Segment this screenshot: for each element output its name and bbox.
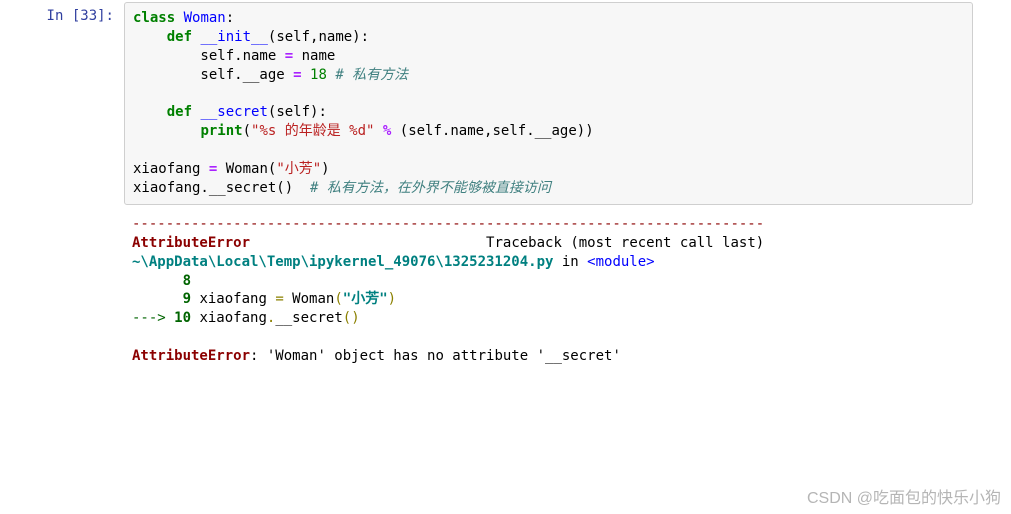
tb-code: xiaofang (191, 310, 267, 326)
tb-error-name: AttributeError (132, 348, 250, 364)
prompt-exec-count: [33]: (72, 8, 114, 24)
init-params: (self,name): (268, 29, 369, 45)
string-literal: "%s 的年龄是 %d" (251, 123, 374, 139)
tb-pad (132, 291, 183, 307)
string-literal: "小芳" (276, 161, 321, 177)
error-output: ----------------------------------------… (124, 205, 973, 370)
kw-def: def (167, 104, 192, 120)
tb-arrow: ---> (132, 310, 174, 326)
tb-op: = (275, 291, 283, 307)
tb-op: ( (334, 291, 342, 307)
number-literal: 18 (310, 67, 327, 83)
kw-print: print (200, 123, 242, 139)
method-init: __init__ (200, 29, 267, 45)
in-prompt: In [33]: (47, 8, 114, 24)
space (302, 67, 310, 83)
method-secret: __secret (200, 104, 267, 120)
op-eq: = (285, 48, 293, 64)
tb-string: "小芳" (343, 291, 388, 307)
tb-code: Woman (284, 291, 335, 307)
tb-op: ) (351, 310, 359, 326)
kw-class: class (133, 10, 175, 26)
tb-path: ~\AppData\Local\Temp\ipykernel_49076\132… (132, 254, 553, 270)
tb-op: ) (388, 291, 396, 307)
tb-in: in (553, 254, 587, 270)
code-line: self.name (133, 48, 285, 64)
colon: : (226, 10, 234, 26)
code-area: class Woman: def __init__(self,name): se… (124, 2, 1011, 370)
code-line: self.__age (133, 67, 293, 83)
print-args: (self.name,self.__age)) (391, 123, 593, 139)
secret-params: (self): (268, 104, 327, 120)
tb-code: __secret (275, 310, 342, 326)
tb-lineno: 10 (174, 310, 191, 326)
tb-op: ( (343, 310, 351, 326)
code-line: xiaofang (133, 161, 209, 177)
tb-error-name: AttributeError (132, 235, 250, 251)
tb-dash: ----------------------------------------… (132, 216, 764, 232)
prompt-area: In [33]: (0, 2, 124, 370)
kw-def: def (167, 29, 192, 45)
code-input[interactable]: class Woman: def __init__(self,name): se… (124, 2, 973, 205)
code-line: name (293, 48, 335, 64)
op-eq: = (293, 67, 301, 83)
tb-lineno: 8 (183, 273, 191, 289)
tb-traceback: Traceback (most recent call last) (486, 235, 764, 251)
code-cell: In [33]: class Woman: def __init__(self,… (0, 2, 1011, 370)
tb-code: xiaofang (191, 291, 275, 307)
tb-module: <module> (587, 254, 654, 270)
rparen: ) (321, 161, 329, 177)
code-line: xiaofang.__secret() (133, 180, 310, 196)
comment: # 私有方法 (335, 67, 408, 83)
class-name: Woman (184, 10, 226, 26)
notebook: In [33]: class Woman: def __init__(self,… (0, 0, 1011, 370)
comment: # 私有方法，在外界不能够被直接访问 (310, 180, 551, 196)
tb-error-msg: : 'Woman' object has no attribute '__sec… (250, 348, 621, 364)
tb-pad (132, 273, 183, 289)
code-line: Woman( (217, 161, 276, 177)
prompt-in-label: In (47, 8, 64, 24)
tb-lineno: 9 (183, 291, 191, 307)
watermark: CSDN @吃面包的快乐小狗 (807, 484, 1001, 508)
